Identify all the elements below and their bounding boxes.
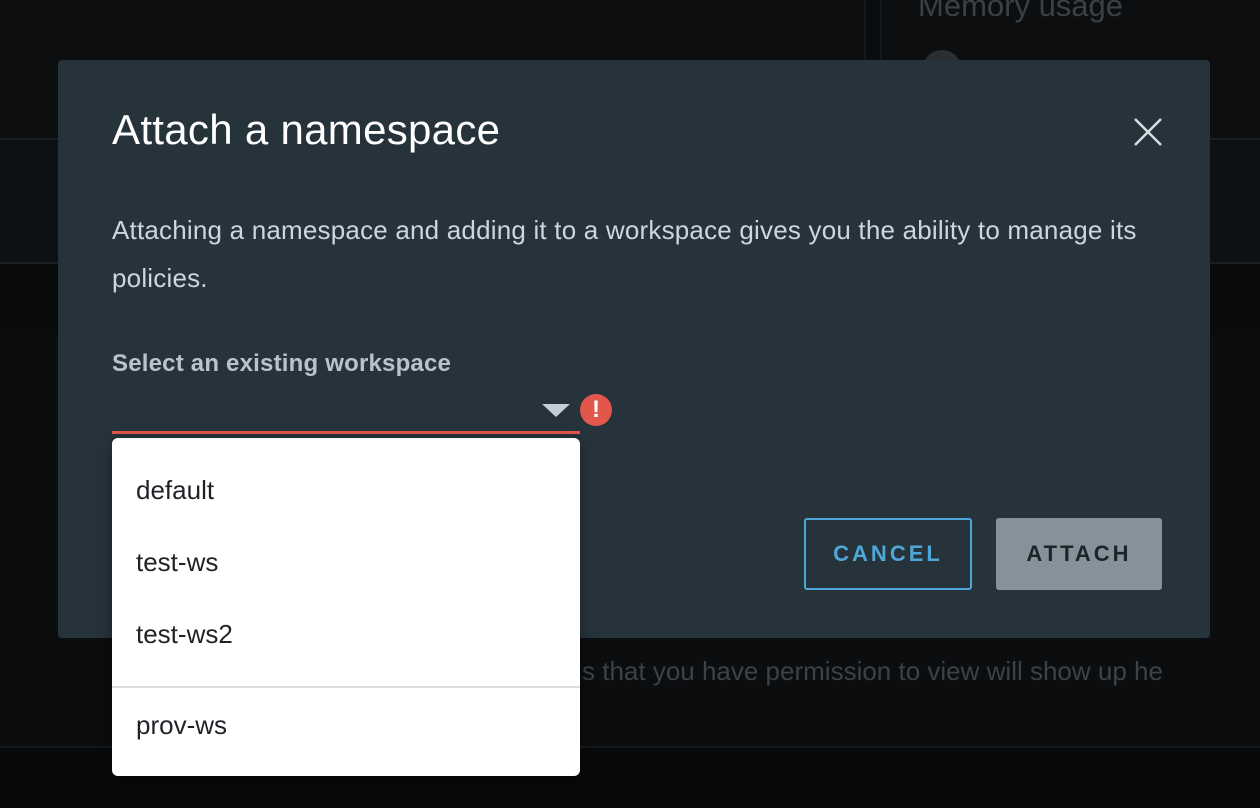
- modal-description: Attaching a namespace and adding it to a…: [112, 215, 1137, 293]
- error-icon: !: [580, 394, 612, 426]
- chevron-down-icon: [542, 404, 570, 417]
- dropdown-option-test-ws[interactable]: test-ws: [112, 526, 580, 598]
- dropdown-option-test-ws2[interactable]: test-ws2: [112, 598, 580, 670]
- close-icon: [1134, 118, 1162, 146]
- workspace-select-label: Select an existing workspace: [112, 350, 452, 377]
- dropdown-option-default[interactable]: default: [112, 454, 580, 526]
- dropdown-divider: [112, 686, 580, 688]
- workspace-select[interactable]: [112, 388, 580, 434]
- empty-state-hint: s that you have permission to view will …: [582, 656, 1163, 686]
- attach-button[interactable]: ATTACH: [996, 518, 1162, 590]
- dropdown-option-prov-ws[interactable]: prov-ws: [112, 689, 580, 761]
- close-button[interactable]: [1130, 114, 1166, 150]
- workspace-dropdown-menu: default test-ws test-ws2 prov-ws: [112, 438, 580, 776]
- cancel-button[interactable]: CANCEL: [804, 518, 972, 590]
- modal-title: Attach a namespace: [112, 106, 501, 153]
- memory-usage-title: Memory usage: [918, 0, 1124, 23]
